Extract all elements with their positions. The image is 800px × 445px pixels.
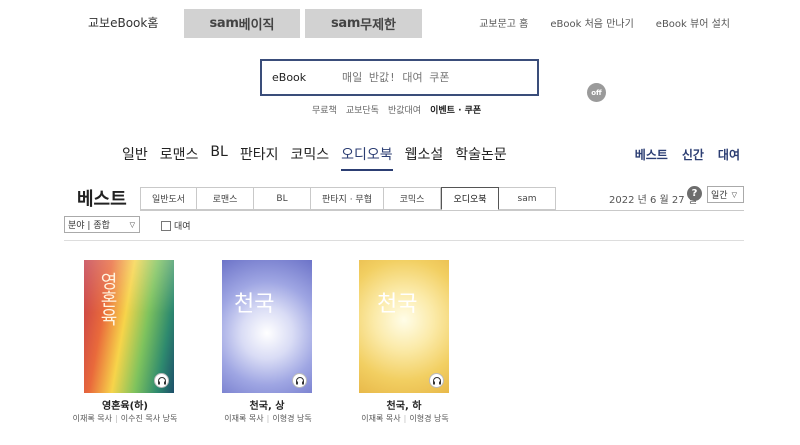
headphones-icon [154, 373, 169, 388]
chevron-down-icon: ▽ [129, 220, 135, 229]
help-icon[interactable]: ? [687, 186, 702, 201]
sam-unlimited-button[interactable]: sam 무제한 [305, 9, 422, 38]
quick-links: 무료책 교보단독 반값대여 이벤트 · 쿠폰 [312, 103, 481, 116]
tab-sam[interactable]: sam [499, 187, 556, 210]
sam-unlimited-label: 무제한 [360, 18, 397, 33]
book-narrator[interactable]: 이형경 낭독 [272, 414, 311, 423]
book-author[interactable]: 이재록 목사 [224, 414, 263, 423]
category-fantasy[interactable]: 판타지 [240, 144, 279, 171]
headphones-icon [429, 373, 444, 388]
category-webnovel[interactable]: 웹소설 [405, 144, 444, 171]
period-value: 일간 [711, 191, 728, 201]
category-comics[interactable]: 코믹스 [290, 144, 329, 171]
sam-basic-label: 베이직 [238, 18, 275, 33]
book-cover[interactable]: 영혼육 [84, 260, 174, 393]
genre-filter-select[interactable]: 분야 | 종합 ▽ [64, 216, 140, 233]
rental-checkbox[interactable]: 대여 [161, 219, 191, 232]
section-title: 베스트 [77, 189, 127, 210]
tab-bl[interactable]: BL [254, 187, 311, 210]
top-links: 교보문고 홈 eBook 처음 만나기 eBook 뷰어 설치 [479, 15, 730, 30]
ranking-date: 2022 년 6 월 27 일 [609, 195, 698, 206]
tab-general-books[interactable]: 일반도서 [140, 187, 197, 210]
category-bl[interactable]: BL [210, 144, 227, 171]
headphones-icon [292, 373, 307, 388]
list-type-nav: 베스트 신간 대여 [635, 146, 740, 163]
rental-checkbox-label: 대여 [174, 222, 191, 232]
cover-title: 천국 [377, 292, 418, 317]
book-author[interactable]: 이재록 목사 [73, 414, 112, 423]
chevron-down-icon: ▽ [731, 190, 737, 199]
off-toggle[interactable]: off [587, 83, 606, 102]
quick-link-exclusive[interactable]: 교보단독 [346, 103, 379, 116]
author-separator: | [266, 414, 270, 423]
checkbox-icon[interactable] [161, 220, 171, 231]
nav-rental[interactable]: 대여 [718, 146, 740, 163]
tab-romance[interactable]: 로맨스 [197, 187, 254, 210]
book-authors: 이재록 목사 | 이수진 목사 낭독 [45, 413, 205, 424]
search-input[interactable] [342, 71, 522, 84]
tab-divider [140, 210, 744, 211]
category-general[interactable]: 일반 [122, 144, 148, 171]
book-title[interactable]: 천국, 하 [339, 397, 469, 412]
book-authors: 이재록 목사 | 이형경 낭독 [188, 413, 348, 424]
period-select[interactable]: 일간 ▽ [707, 186, 744, 203]
category-nav: 일반 로맨스 BL 판타지 코믹스 오디오북 웹소설 학술논문 [122, 144, 519, 171]
filter-divider [64, 240, 744, 241]
nav-new[interactable]: 신간 [682, 146, 704, 163]
book-author[interactable]: 이재록 목사 [361, 414, 400, 423]
quick-link-event-coupon[interactable]: 이벤트 · 쿠폰 [430, 103, 481, 116]
book-narrator[interactable]: 이수진 목사 낭독 [121, 414, 178, 423]
cover-title: 영혼육 [97, 272, 118, 326]
book-title[interactable]: 천국, 상 [202, 397, 332, 412]
sam-logo: sam [209, 16, 239, 31]
book-authors: 이재록 목사 | 이형경 낭독 [325, 413, 485, 424]
category-romance[interactable]: 로맨스 [160, 144, 199, 171]
best-tabs: 일반도서 로맨스 BL 판타지 · 무협 코믹스 오디오북 sam [140, 187, 556, 210]
tab-comics[interactable]: 코믹스 [384, 187, 441, 210]
cover-title: 천국 [234, 292, 275, 317]
viewer-install-link[interactable]: eBook 뷰어 설치 [656, 15, 730, 30]
book-cover[interactable]: 천국 [359, 260, 449, 393]
book-narrator[interactable]: 이형경 낭독 [409, 414, 448, 423]
sam-logo: sam [330, 16, 361, 31]
sam-basic-button[interactable]: sam 베이직 [184, 9, 300, 38]
nav-best[interactable]: 베스트 [635, 146, 668, 163]
quick-link-half-rental[interactable]: 반값대여 [388, 103, 421, 116]
search-category[interactable]: eBook [272, 71, 342, 84]
quick-link-free[interactable]: 무료책 [312, 103, 337, 116]
book-title[interactable]: 영혼육(하) [60, 397, 190, 412]
author-separator: | [403, 414, 407, 423]
tab-audiobook[interactable]: 오디오북 [441, 187, 499, 210]
ebook-intro-link[interactable]: eBook 처음 만나기 [550, 15, 633, 30]
book-cover[interactable]: 천국 [222, 260, 312, 393]
genre-filter-value: 분야 | 종합 [68, 221, 110, 231]
category-audiobook[interactable]: 오디오북 [341, 144, 393, 171]
author-separator: | [115, 414, 118, 423]
search-box: eBook [260, 59, 539, 96]
category-academic[interactable]: 학술논문 [455, 144, 507, 171]
ebook-home-link[interactable]: 교보eBook홈 [88, 14, 158, 31]
tab-fantasy[interactable]: 판타지 · 무협 [311, 187, 384, 210]
kyobo-home-link[interactable]: 교보문고 홈 [479, 15, 528, 30]
